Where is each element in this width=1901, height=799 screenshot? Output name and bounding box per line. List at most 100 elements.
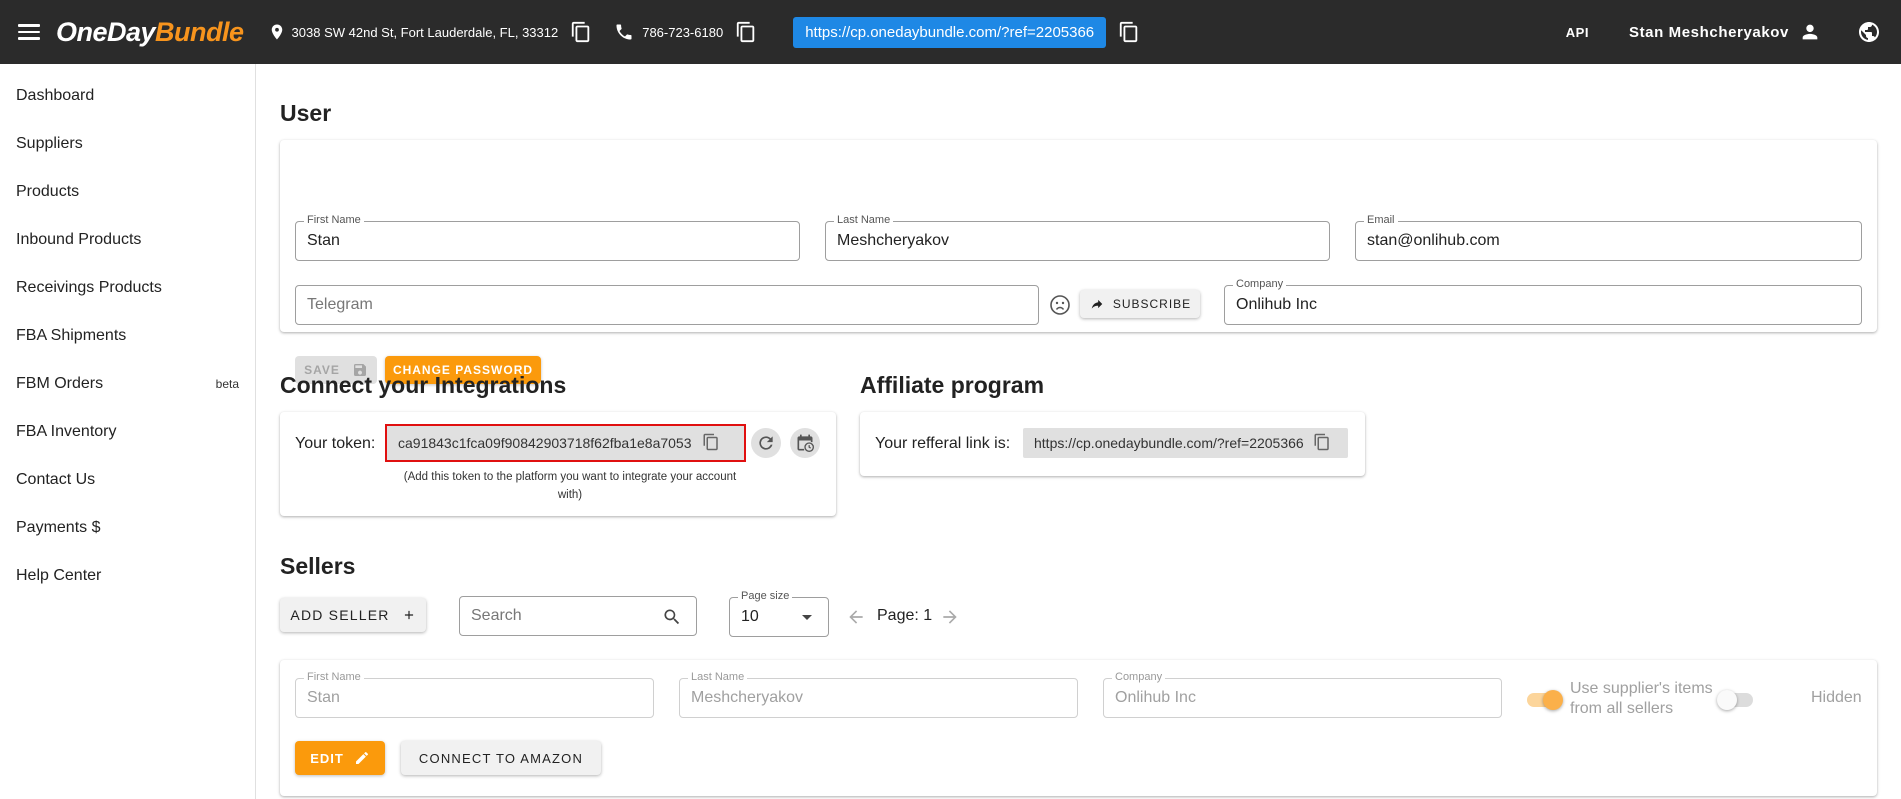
seller-last-name-label: Last Name [688, 671, 748, 683]
referral-link-display[interactable]: https://cp.onedaybundle.com/?ref=2205366 [1023, 428, 1348, 458]
email-value: stan@onlihub.com [1367, 232, 1500, 249]
sidebar-item-label: Receivings Products [16, 279, 162, 296]
plus-icon [404, 610, 413, 620]
seller-first-name-field[interactable]: First Name Stan [295, 671, 654, 718]
sidebar-item-contact-us[interactable]: Contact Us [0, 456, 255, 504]
seller-card: First Name Stan Last Name Meshcheryakov … [280, 660, 1877, 796]
top-app-bar: OneDayBundle 3038 SW 42nd St, Fort Laude… [0, 0, 1901, 64]
schedule-token-button[interactable] [790, 428, 820, 458]
page-size-value: 10 [741, 608, 759, 625]
token-label: Your token: [295, 435, 376, 452]
user-section-title: User [280, 100, 332, 126]
search-placeholder: Search [471, 607, 522, 624]
token-hint-line-2: with) [557, 489, 583, 501]
last-name-field[interactable]: Last Name Meshcheryakov [825, 214, 1330, 261]
hidden-label: Hidden [1811, 689, 1862, 706]
sidebar-item-label: Inbound Products [16, 231, 142, 248]
page-indicator: Page: 1 [877, 607, 933, 624]
globe-icon[interactable] [1857, 20, 1881, 44]
copy-token-icon[interactable] [702, 433, 720, 454]
sidebar-item-label: Dashboard [16, 87, 95, 104]
sidebar-item-label: Products [16, 183, 80, 200]
email-label: Email [1364, 214, 1398, 226]
sidebar-item-label: Suppliers [16, 135, 83, 152]
company-field[interactable]: Company Onlihub Inc [1224, 278, 1862, 325]
sidebar-item-fbm-orders[interactable]: FBM Orders beta [0, 360, 255, 408]
app-logo[interactable]: OneDayBundle [56, 17, 244, 48]
copy-referral-link-icon[interactable] [1313, 433, 1331, 454]
seller-company-label: Company [1112, 671, 1166, 683]
dropdown-arrow-icon [802, 615, 812, 620]
copy-address-icon[interactable] [570, 21, 592, 43]
last-name-label: Last Name [834, 214, 894, 226]
menu-icon[interactable] [18, 24, 40, 40]
telegram-field[interactable]: Telegram [295, 285, 1039, 325]
subscribe-button[interactable]: SUBSCRIBE [1080, 290, 1200, 318]
phone-block: 786-723-6180 [614, 21, 757, 43]
hidden-toggle[interactable] [1717, 690, 1753, 710]
page-size-select[interactable]: Page size 10 [729, 590, 829, 637]
sidebar-item-suppliers[interactable]: Suppliers [0, 120, 255, 168]
telegram-placeholder: Telegram [307, 296, 373, 313]
next-page-icon[interactable] [940, 607, 960, 632]
topbar-right: API Stan Meshcheryakov [1566, 20, 1901, 44]
copy-phone-icon[interactable] [735, 21, 757, 43]
sidebar-item-receivings-products[interactable]: Receivings Products [0, 264, 255, 312]
first-name-value: Stan [307, 232, 340, 249]
seller-first-name-value: Stan [307, 689, 340, 706]
sidebar-item-label: Help Center [16, 567, 102, 584]
refresh-token-button[interactable] [751, 428, 781, 458]
sad-face-icon [1048, 293, 1072, 322]
seller-last-name-value: Meshcheryakov [691, 689, 804, 706]
email-field[interactable]: Email stan@onlihub.com [1355, 214, 1862, 261]
seller-last-name-field[interactable]: Last Name Meshcheryakov [679, 671, 1078, 718]
first-name-field[interactable]: First Name Stan [295, 214, 800, 261]
edit-label: EDIT [310, 750, 344, 766]
sidebar-item-dashboard[interactable]: Dashboard [0, 72, 255, 120]
seller-company-field[interactable]: Company Onlihub Inc [1103, 671, 1502, 718]
referral-link-value: https://cp.onedaybundle.com/?ref=2205366 [1034, 435, 1304, 451]
integrations-card: Your token: ca91843c1fca09f90842903718f6… [280, 412, 836, 516]
first-name-label: First Name [304, 214, 364, 226]
sidebar-item-inbound-products[interactable]: Inbound Products [0, 216, 255, 264]
sidebar-item-payments[interactable]: Payments $ [0, 504, 255, 552]
user-name[interactable]: Stan Meshcheryakov [1629, 24, 1789, 41]
use-supplier-toggle[interactable] [1527, 690, 1563, 710]
company-value: Onlihub Inc [1236, 296, 1317, 313]
main-content: User First Name Stan Last Name Meshchery… [256, 64, 1901, 799]
seller-search-input[interactable]: Search [459, 596, 697, 636]
referral-link-label: Your refferal link is: [875, 435, 1011, 452]
address-block: 3038 SW 42nd St, Fort Lauderdale, FL, 33… [268, 21, 593, 43]
add-seller-label: ADD SELLER [290, 607, 390, 623]
sidebar-item-products[interactable]: Products [0, 168, 255, 216]
address-text: 3038 SW 42nd St, Fort Lauderdale, FL, 33… [291, 24, 559, 40]
sidebar-item-label: FBA Inventory [16, 423, 117, 440]
seller-company-value: Onlihub Inc [1115, 689, 1196, 706]
subscribe-label: SUBSCRIBE [1112, 297, 1192, 311]
edit-seller-button[interactable]: EDIT [295, 741, 385, 775]
sidebar-item-fba-shipments[interactable]: FBA Shipments [0, 312, 255, 360]
api-link[interactable]: API [1566, 25, 1589, 40]
share-arrow-icon [1091, 299, 1103, 309]
connect-amazon-button[interactable]: CONNECT TO AMAZON [401, 741, 601, 775]
refresh-icon [759, 436, 773, 450]
location-pin-icon [268, 22, 286, 42]
use-supplier-label: Use supplier's items from all sellers [1570, 679, 1713, 719]
account-icon[interactable] [1799, 21, 1821, 43]
prev-page-icon[interactable] [846, 607, 866, 632]
phone-icon [614, 22, 634, 42]
token-display[interactable]: ca91843c1fca09f90842903718f62fba1e8a7053 [385, 424, 746, 462]
sidebar-item-help-center[interactable]: Help Center [0, 552, 255, 600]
pencil-icon [355, 751, 368, 764]
copy-referral-icon[interactable] [1118, 21, 1140, 43]
token-hint-line-1: (Add this token to the platform you want… [403, 471, 737, 483]
sidebar-nav: Dashboard Suppliers Products Inbound Pro… [0, 64, 256, 799]
referral-link-pill[interactable]: https://cp.onedaybundle.com/?ref=2205366 [793, 16, 1107, 48]
add-seller-button[interactable]: ADD SELLER [280, 598, 426, 632]
use-supplier-line-2: from all sellers [1570, 700, 1674, 717]
beta-badge: beta [215, 377, 239, 391]
sellers-section-title: Sellers [280, 553, 356, 579]
sidebar-item-fba-inventory[interactable]: FBA Inventory [0, 408, 255, 456]
token-hint: (Add this token to the platform you want… [360, 468, 780, 504]
logo-text-bundle: Bundle [155, 16, 244, 47]
